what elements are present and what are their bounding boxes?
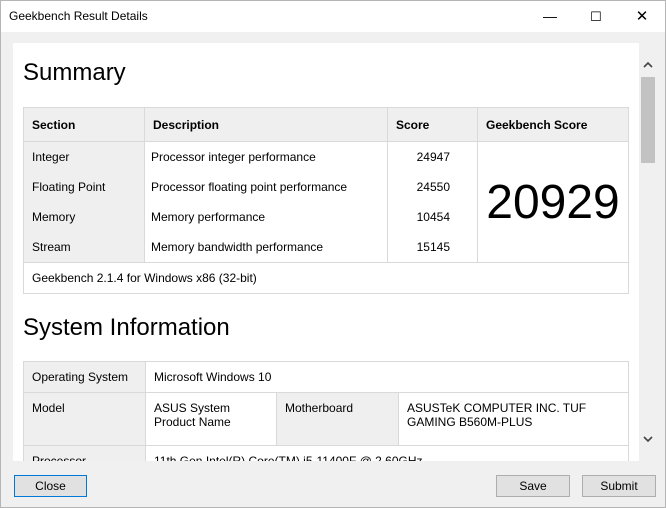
chevron-down-icon[interactable] [642, 433, 654, 445]
motherboard-value: ASUSTeK COMPUTER INC. TUF GAMING B560M-P… [398, 392, 629, 446]
section-stream: Stream [32, 240, 71, 254]
scrollbar-thumb[interactable] [641, 77, 655, 163]
save-button[interactable]: Save [496, 475, 570, 497]
section-memory: Memory [32, 210, 76, 224]
score-stream: 15145 [416, 240, 450, 254]
window-title: Geekbench Result Details [9, 9, 148, 23]
score-column: 24947 24550 10454 15145 [387, 141, 478, 263]
summary-header-score: Score [387, 107, 478, 142]
minimize-button[interactable]: — [527, 1, 573, 32]
score-integer: 24947 [416, 150, 450, 164]
close-button[interactable]: Close [14, 475, 87, 497]
description-stream: Memory bandwidth performance [151, 240, 324, 254]
description-floating-point: Processor floating point performance [151, 180, 348, 194]
model-value: ASUS System Product Name [145, 392, 277, 446]
motherboard-label: Motherboard [276, 392, 399, 446]
maximize-button[interactable]: ☐ [573, 1, 619, 32]
processor-label: Processor [23, 445, 146, 461]
description-column: Processor integer performance Processor … [144, 141, 388, 263]
title-bar: Geekbench Result Details — ☐ ✕ [1, 1, 665, 32]
summary-table: Section Description Score Geekbench Scor… [23, 107, 629, 294]
model-label: Model [23, 392, 146, 446]
chevron-up-icon[interactable] [642, 59, 654, 71]
close-window-button[interactable]: ✕ [619, 1, 665, 32]
results-content: Summary Section Description Score Geekbe… [13, 43, 639, 461]
result-details-window: Geekbench Result Details — ☐ ✕ Summary S… [0, 0, 666, 508]
vertical-scrollbar[interactable] [639, 43, 657, 461]
motherboard-value-line2: GAMING B560M-PLUS [407, 415, 533, 429]
description-integer: Processor integer performance [151, 150, 316, 164]
version-footnote: Geekbench 2.1.4 for Windows x86 (32-bit) [23, 262, 629, 294]
submit-button[interactable]: Submit [582, 475, 656, 497]
processor-value: 11th Gen Intel(R) Core(TM) i5-11400F @ 2… [145, 445, 629, 461]
description-memory: Memory performance [151, 210, 266, 224]
section-column: Integer Floating Point Memory Stream [23, 141, 145, 263]
os-label: Operating System [23, 361, 146, 393]
model-value-line2: Product Name [154, 415, 231, 429]
os-value: Microsoft Windows 10 [145, 361, 629, 393]
geekbench-score: 20929 [477, 141, 629, 263]
section-integer: Integer [32, 150, 70, 164]
summary-header-geekbench-score: Geekbench Score [477, 107, 629, 142]
motherboard-value-line1: ASUSTeK COMPUTER INC. TUF [407, 401, 587, 415]
summary-header-section: Section [23, 107, 145, 142]
score-floating-point: 24550 [416, 180, 450, 194]
score-memory: 10454 [416, 210, 450, 224]
summary-header-description: Description [144, 107, 388, 142]
model-value-line1: ASUS System [154, 401, 231, 415]
summary-heading: Summary [23, 59, 126, 86]
system-information-heading: System Information [23, 314, 230, 341]
system-information-table: Operating System Microsoft Windows 10 Mo… [23, 361, 629, 461]
section-floating-point: Floating Point [32, 180, 106, 194]
